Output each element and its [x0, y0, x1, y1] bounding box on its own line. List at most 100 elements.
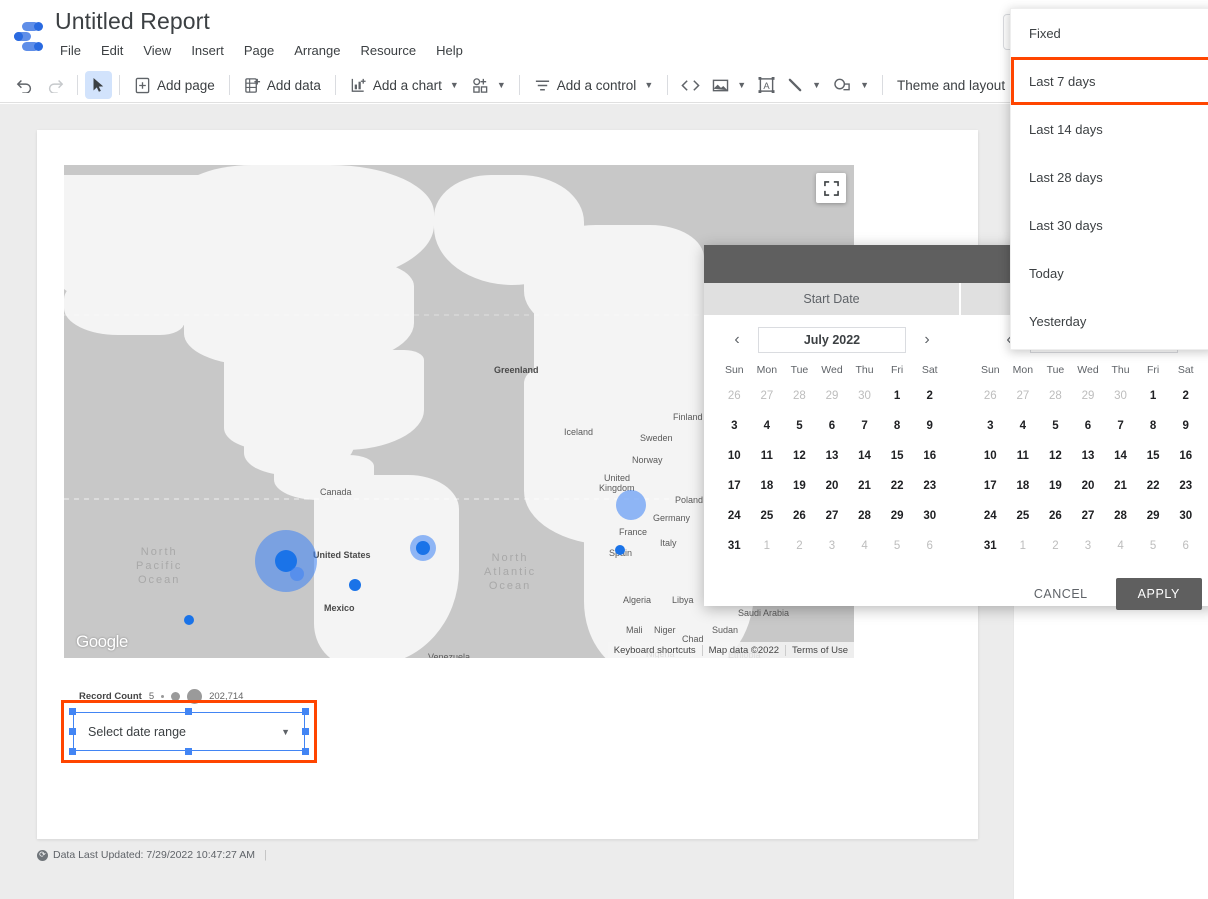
resize-handle[interactable]	[302, 748, 309, 755]
calendar-day-cell[interactable]: 26	[1039, 501, 1072, 531]
calendar-day-cell[interactable]: 19	[1039, 471, 1072, 501]
calendar-day-cell[interactable]: 28	[1039, 381, 1072, 411]
calendar-day-cell[interactable]: 1	[751, 531, 784, 561]
map-attribution[interactable]: Keyboard shortcuts Map data ©2022 Terms of…	[607, 642, 854, 658]
map-attribution-item[interactable]: Terms of Use	[785, 644, 854, 656]
dropdown-item-last-30-days[interactable]: Last 30 days	[1011, 201, 1208, 249]
calendar-day-cell[interactable]: 8	[1137, 411, 1170, 441]
marker-texas[interactable]	[349, 579, 361, 591]
calendar-day-cell[interactable]: 18	[1007, 471, 1040, 501]
calendar-day-cell[interactable]: 18	[751, 471, 784, 501]
calendar-day-cell[interactable]: 27	[816, 501, 849, 531]
calendar-day-cell[interactable]: 11	[751, 441, 784, 471]
calendar-day-cell[interactable]: 2	[1039, 531, 1072, 561]
calendar-day-cell[interactable]: 10	[974, 441, 1007, 471]
dropdown-item-today[interactable]: Today	[1011, 249, 1208, 297]
calendar-day-cell[interactable]: 17	[718, 471, 751, 501]
add-data-button[interactable]: Add data	[237, 71, 328, 99]
calendar-day-cell[interactable]: 1	[1137, 381, 1170, 411]
menu-item-help[interactable]: Help	[426, 41, 473, 60]
marker-uk-halo[interactable]	[616, 490, 646, 520]
calendar-day-cell[interactable]: 6	[1169, 531, 1202, 561]
calendar-day-cell[interactable]: 22	[881, 471, 914, 501]
resize-handle[interactable]	[69, 748, 76, 755]
end-calendar-grid[interactable]: Sun Mon Tue Wed Thu Fri Sat 26 27 28 29 30 1 2 3 4 5 6 7 8 9…	[974, 359, 1202, 561]
calendar-day-cell[interactable]: 29	[816, 381, 849, 411]
menu-item-view[interactable]: View	[133, 41, 181, 60]
marker-west-coast-small-halo[interactable]	[290, 567, 304, 581]
calendar-day-cell[interactable]: 9	[1169, 411, 1202, 441]
menu-item-page[interactable]: Page	[234, 41, 284, 60]
calendar-day-cell[interactable]: 17	[974, 471, 1007, 501]
calendar-day-cell[interactable]: 31	[718, 531, 751, 561]
calendar-day-cell[interactable]: 27	[751, 381, 784, 411]
end-date-calendar[interactable]: ‹ Sun Mon Tue Wed Thu Fri Sat 26 27 28 29 30 1 2 3 4 5 6 7…	[960, 325, 1208, 565]
start-date-calendar[interactable]: ‹ July 2022 › Sun Mon Tue Wed Thu Fri Sat 26 27 2…	[704, 325, 960, 565]
calendar-day-cell[interactable]: 31	[974, 531, 1007, 561]
calendar-day-cell[interactable]: 5	[1039, 411, 1072, 441]
calendar-day-cell[interactable]: 16	[1169, 441, 1202, 471]
chevron-left-icon[interactable]: ‹	[726, 331, 748, 349]
calendar-day-cell[interactable]: 12	[1039, 441, 1072, 471]
calendar-day-cell[interactable]: 25	[751, 501, 784, 531]
calendar-day-cell[interactable]: 5	[1137, 531, 1170, 561]
date-range-preset-dropdown[interactable]: Fixed Last 7 days Last 14 days Last 28 days…	[1010, 8, 1208, 350]
calendar-day-cell[interactable]: 3	[718, 411, 751, 441]
calendar-day-cell[interactable]: 1	[1007, 531, 1040, 561]
calendar-day-cell[interactable]: 13	[816, 441, 849, 471]
calendar-day-cell[interactable]: 14	[1104, 441, 1137, 471]
calendar-day-cell[interactable]: 28	[1104, 501, 1137, 531]
undo-button[interactable]	[10, 71, 40, 99]
calendar-day-cell[interactable]: 24	[718, 501, 751, 531]
calendar-day-cell[interactable]: 2	[913, 381, 946, 411]
select-tool-button[interactable]	[85, 71, 112, 99]
menu-item-edit[interactable]: Edit	[91, 41, 133, 60]
calendar-day-cell[interactable]: 29	[1137, 501, 1170, 531]
calendar-day-cell[interactable]: 3	[1072, 531, 1105, 561]
start-calendar-grid[interactable]: Sun Mon Tue Wed Thu Fri Sat 26 27 28 29 30 1 2 3 4 5 6 7 8 9…	[718, 359, 946, 561]
calendar-day-cell[interactable]: 4	[1007, 411, 1040, 441]
calendar-day-cell[interactable]: 4	[848, 531, 881, 561]
map-attribution-item[interactable]: Map data ©2022	[701, 644, 785, 656]
calendar-day-cell[interactable]: 16	[913, 441, 946, 471]
calendar-day-cell[interactable]: 27	[1007, 381, 1040, 411]
calendar-day-cell[interactable]: 8	[881, 411, 914, 441]
menu-item-insert[interactable]: Insert	[181, 41, 234, 60]
redo-button[interactable]	[40, 71, 70, 99]
calendar-day-cell[interactable]: 22	[1137, 471, 1170, 501]
resize-handle[interactable]	[69, 728, 76, 735]
calendar-day-cell[interactable]: 27	[1072, 501, 1105, 531]
calendar-day-cell[interactable]: 1	[881, 381, 914, 411]
resize-handle[interactable]	[302, 728, 309, 735]
calendar-day-cell[interactable]: 7	[848, 411, 881, 441]
dropdown-item-last-14-days[interactable]: Last 14 days	[1011, 105, 1208, 153]
chevron-down-icon[interactable]: ▼	[281, 727, 290, 737]
calendar-day-cell[interactable]: 6	[816, 411, 849, 441]
fullscreen-icon[interactable]	[816, 173, 846, 203]
dropdown-item-fixed[interactable]: Fixed	[1011, 9, 1208, 57]
add-control-button[interactable]: Add a control ▼	[527, 71, 660, 99]
calendar-day-cell[interactable]: 29	[881, 501, 914, 531]
calendar-day-cell[interactable]: 19	[783, 471, 816, 501]
calendar-day-cell[interactable]: 28	[848, 501, 881, 531]
calendar-day-cell[interactable]: 7	[1104, 411, 1137, 441]
calendar-day-cell[interactable]: 5	[881, 531, 914, 561]
calendar-day-cell[interactable]: 25	[1007, 501, 1040, 531]
calendar-day-cell[interactable]: 6	[1072, 411, 1105, 441]
page-title[interactable]: Untitled Report	[55, 8, 210, 35]
calendar-day-cell[interactable]: 3	[974, 411, 1007, 441]
calendar-day-cell[interactable]: 29	[1072, 381, 1105, 411]
calendar-day-cell[interactable]: 26	[783, 501, 816, 531]
resize-handle[interactable]	[302, 708, 309, 715]
resize-handle[interactable]	[69, 708, 76, 715]
calendar-day-cell[interactable]: 4	[751, 411, 784, 441]
insert-image-button[interactable]: ▼	[706, 71, 752, 99]
calendar-day-cell[interactable]: 14	[848, 441, 881, 471]
calendar-day-cell[interactable]: 2	[783, 531, 816, 561]
map-attribution-item[interactable]: Keyboard shortcuts	[608, 645, 702, 656]
calendar-day-cell[interactable]: 12	[783, 441, 816, 471]
tab-start-date[interactable]: Start Date	[704, 283, 959, 315]
theme-and-layout-button[interactable]: Theme and layout	[890, 71, 1012, 99]
apply-button[interactable]: APPLY	[1115, 578, 1202, 610]
add-page-button[interactable]: Add page	[127, 71, 222, 99]
